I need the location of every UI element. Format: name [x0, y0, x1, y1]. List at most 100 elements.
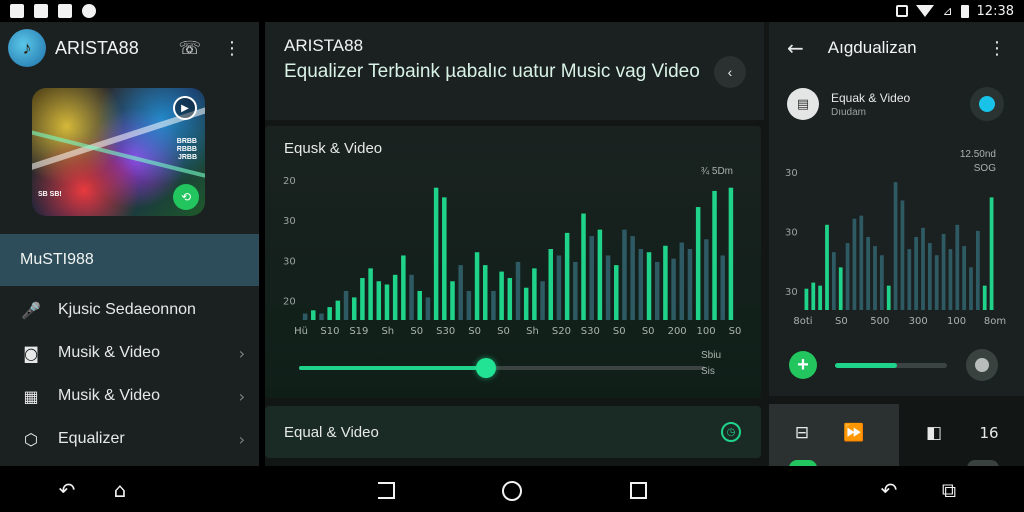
app-name: ARISTA88	[284, 36, 364, 55]
speaker-icon[interactable]: ◧	[921, 420, 947, 446]
menu-item-music-search[interactable]: 🎤 Kjusic Sedaeonnon	[0, 289, 259, 331]
x-tick-label: S0	[835, 316, 848, 327]
eq-bar	[712, 190, 717, 320]
eq-bar	[866, 236, 871, 310]
eq-bar	[614, 265, 619, 320]
mute-icon	[896, 5, 909, 17]
x-tick-label: 500	[870, 316, 889, 327]
eq-bar	[852, 218, 857, 310]
brand-logo[interactable]: ♪	[8, 29, 46, 67]
share-icon[interactable]: ⟲	[173, 184, 199, 210]
eq-bar	[879, 255, 884, 310]
x-tick-label: S0	[410, 326, 423, 337]
album-art[interactable]: ▶ BRBB RBBB JRBB SB SB! ⟲	[32, 88, 205, 216]
eq-bar	[335, 300, 341, 320]
menu-item-active[interactable]: MuSTI988	[0, 234, 259, 286]
eq-bar	[859, 215, 864, 310]
eq-bar	[873, 246, 877, 310]
eq-bar	[466, 290, 472, 320]
eq-bar	[638, 249, 644, 320]
menu-item-equalizer[interactable]: ⬡ Equalizer ›	[0, 418, 259, 460]
eq-bar	[622, 229, 627, 320]
page-title: Equalizer Terbaink µabalıc uatur Music v…	[284, 61, 700, 82]
layout-icon[interactable]: ⊟	[789, 420, 815, 446]
rotate-icon[interactable]: ↶	[877, 478, 901, 502]
undo-icon[interactable]: ↶	[55, 478, 79, 502]
album-text-2: SB SB!	[38, 191, 62, 198]
right-item-title: Equak & Video	[831, 90, 911, 105]
more-vert-icon[interactable]: ⋮	[223, 38, 241, 59]
eq-bar	[605, 255, 611, 320]
eq-bar	[687, 249, 693, 320]
right-list-item[interactable]: ▤ Equak & Video Dıudam	[769, 78, 1024, 130]
toggle-button[interactable]	[970, 87, 1004, 121]
fast-forward-icon[interactable]: ⏩	[841, 420, 867, 446]
x-tick-label: S0	[613, 326, 626, 337]
eq-bar	[654, 261, 660, 320]
x-tick-label: Hü	[294, 326, 308, 337]
home-icon[interactable]: ⌂	[108, 478, 132, 502]
eq-slider-thumb[interactable]	[475, 358, 496, 378]
menu-item-music-video[interactable]: ◙ Musik & Video ›	[0, 332, 259, 374]
eq-bar	[663, 245, 668, 320]
collapse-icon[interactable]: ‹	[714, 56, 746, 88]
center-panel: ARISTA88 Equalizer Terbaink µabalıc uatu…	[265, 22, 769, 466]
eq-bar	[704, 239, 709, 320]
eq-bar	[401, 255, 406, 320]
record-button[interactable]	[966, 349, 998, 381]
eq-bar	[811, 282, 816, 310]
eq-bar	[886, 285, 891, 310]
x-tick-label: S30	[436, 326, 455, 337]
eq-bar	[962, 246, 967, 310]
eq-bar	[442, 197, 447, 320]
bottom-card[interactable]: Equal & Video ◷	[265, 406, 761, 458]
chevron-right-icon: ›	[238, 386, 245, 406]
status-bar: ⊿ 12:38	[0, 0, 1024, 22]
eq-bar	[589, 236, 594, 320]
chevron-right-icon: ›	[238, 429, 245, 449]
eq-slider-fill	[299, 366, 486, 370]
equalizer-chart: 20 30 30 20 Hü S10 S19 Sh S0 S30 S0 S0 Sh S20 S30 S0 S0 2…	[283, 176, 741, 337]
clock-icon[interactable]: ◷	[721, 422, 741, 442]
eq-bar	[934, 255, 939, 310]
camera-icon: ◙	[23, 343, 39, 363]
chevron-right-icon: ›	[238, 343, 245, 363]
right-card: ← Aıgdualizan ⋮ ▤ Equak & Video Dıudam 1…	[769, 22, 1024, 396]
eq-bar	[671, 258, 676, 320]
eq-bar	[720, 255, 725, 320]
battery-icon	[960, 4, 969, 18]
eq-bar	[499, 271, 504, 320]
eq-bar	[955, 224, 960, 310]
x-tick-label: 100	[947, 316, 966, 327]
navigation-bar: ↶ ⌂ ↶ ⧉	[0, 466, 1024, 512]
x-tick-label: Sh	[381, 326, 394, 337]
back-arrow-icon[interactable]: ←	[787, 36, 804, 60]
eq-bar	[507, 278, 513, 320]
add-button[interactable]: +	[789, 351, 817, 379]
y-tick-label: 30	[785, 228, 798, 239]
x-tick-label: Sh	[526, 326, 539, 337]
window-icon[interactable]: ⧉	[937, 478, 961, 502]
bracket-icon[interactable]	[378, 482, 395, 499]
recent-apps-icon[interactable]	[630, 482, 647, 499]
play-icon[interactable]: ▶	[173, 96, 197, 120]
eq-bar	[927, 243, 932, 310]
more-vert-icon[interactable]: ⋮	[988, 38, 1006, 59]
eq-bar	[343, 290, 349, 320]
eq-bar	[319, 313, 324, 320]
phone-icon[interactable]: ☏	[178, 38, 201, 59]
eq-bar	[409, 274, 414, 320]
film-icon: ▦	[23, 386, 39, 406]
right-panel: ← Aıgdualizan ⋮ ▤ Equak & Video Dıudam 1…	[769, 22, 1024, 468]
eq-bar	[975, 230, 980, 310]
right-slider-fill	[835, 363, 897, 368]
menu-item-music-video-2[interactable]: ▦ Musik & Video ›	[0, 375, 259, 417]
right-title: Aıgdualizan	[827, 38, 917, 57]
eq-bar	[900, 200, 905, 310]
x-tick-label: S10	[320, 326, 339, 337]
x-tick-label: 100	[697, 326, 716, 337]
x-tick-label: S20	[552, 326, 571, 337]
y-tick-label: 30	[785, 287, 798, 298]
brand-name: ARISTA88	[55, 37, 139, 58]
home-circle-icon[interactable]	[502, 481, 522, 501]
